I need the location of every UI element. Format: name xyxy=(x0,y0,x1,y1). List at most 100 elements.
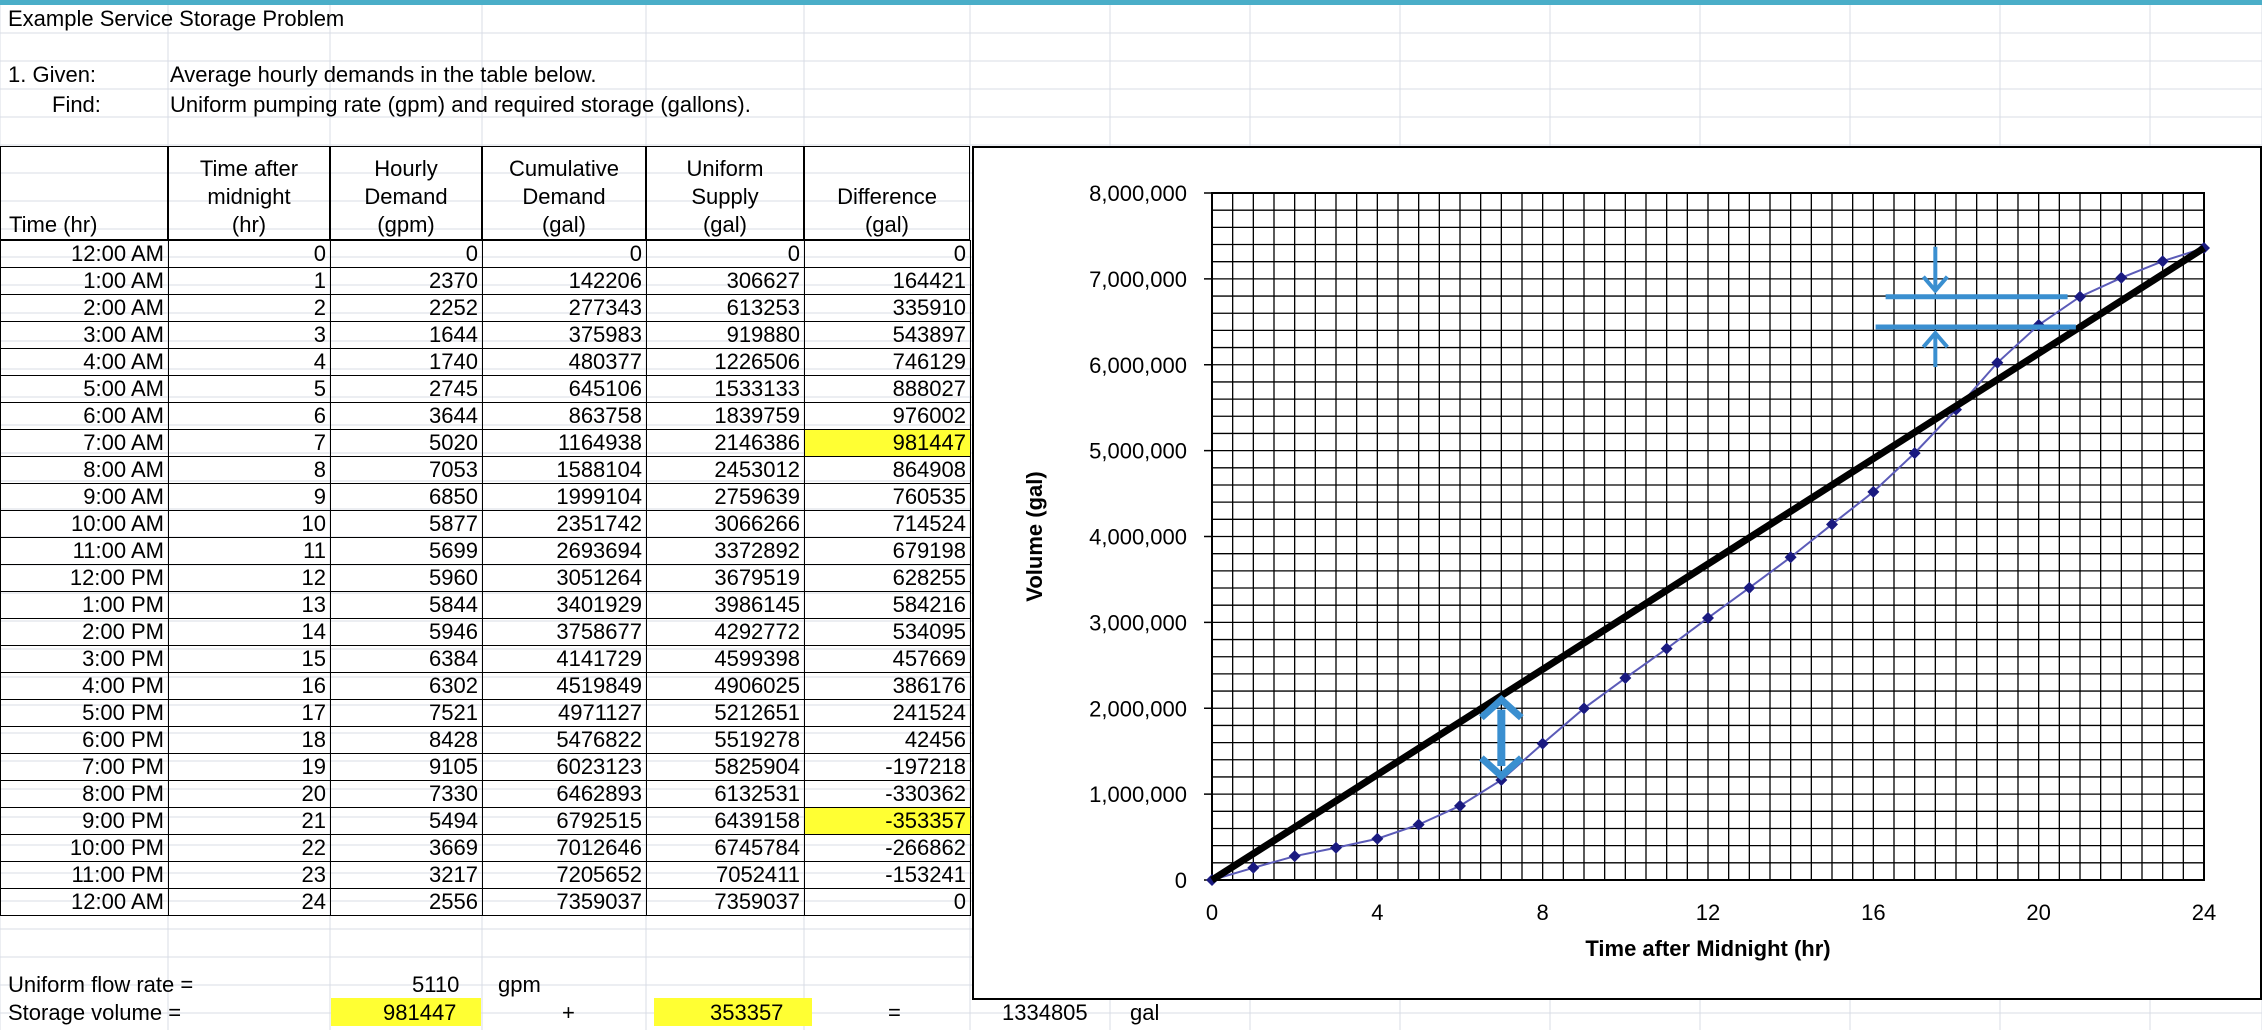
table-cell[interactable]: 1999104 xyxy=(482,483,647,511)
table-cell[interactable]: 8:00 AM xyxy=(0,456,169,484)
table-cell[interactable]: 15 xyxy=(168,645,331,673)
table-cell[interactable]: 4906025 xyxy=(646,672,805,700)
table-cell[interactable]: 9:00 PM xyxy=(0,807,169,835)
table-cell[interactable]: 0 xyxy=(330,240,483,268)
table-cell[interactable]: 6462893 xyxy=(482,780,647,808)
table-cell[interactable]: 679198 xyxy=(804,537,971,565)
table-cell[interactable]: 760535 xyxy=(804,483,971,511)
table-cell[interactable]: 19 xyxy=(168,753,331,781)
table-cell[interactable]: 8:00 PM xyxy=(0,780,169,808)
table-cell[interactable]: 3:00 AM xyxy=(0,321,169,349)
table-cell[interactable]: 0 xyxy=(482,240,647,268)
table-cell[interactable]: -197218 xyxy=(804,753,971,781)
table-cell[interactable]: 5519278 xyxy=(646,726,805,754)
table-cell[interactable]: 3051264 xyxy=(482,564,647,592)
table-cell[interactable]: 5 xyxy=(168,375,331,403)
table-cell[interactable]: 5877 xyxy=(330,510,483,538)
table-cell[interactable]: 1740 xyxy=(330,348,483,376)
table-cell[interactable]: 0 xyxy=(646,240,805,268)
table-cell[interactable]: -266862 xyxy=(804,834,971,862)
column-header[interactable]: Difference (gal) xyxy=(804,146,970,240)
table-cell[interactable]: 6:00 PM xyxy=(0,726,169,754)
table-cell[interactable]: 645106 xyxy=(482,375,647,403)
table-cell[interactable]: 3679519 xyxy=(646,564,805,592)
table-cell[interactable]: 1 xyxy=(168,267,331,295)
table-cell[interactable]: 5476822 xyxy=(482,726,647,754)
table-cell[interactable]: 628255 xyxy=(804,564,971,592)
table-cell[interactable]: 7052411 xyxy=(646,861,805,889)
table-cell[interactable]: 981447 xyxy=(804,429,971,457)
table-cell[interactable]: 18 xyxy=(168,726,331,754)
table-cell[interactable]: 6745784 xyxy=(646,834,805,862)
table-cell[interactable]: 306627 xyxy=(646,267,805,295)
table-cell[interactable]: 16 xyxy=(168,672,331,700)
table-cell[interactable]: 5699 xyxy=(330,537,483,565)
table-cell[interactable]: 7 xyxy=(168,429,331,457)
table-cell[interactable]: 6302 xyxy=(330,672,483,700)
table-cell[interactable]: 3066266 xyxy=(646,510,805,538)
table-cell[interactable]: 4 xyxy=(168,348,331,376)
table-cell[interactable]: 714524 xyxy=(804,510,971,538)
table-cell[interactable]: 335910 xyxy=(804,294,971,322)
table-cell[interactable]: 10:00 AM xyxy=(0,510,169,538)
table-cell[interactable]: 7:00 PM xyxy=(0,753,169,781)
table-cell[interactable]: 42456 xyxy=(804,726,971,754)
table-cell[interactable]: 2745 xyxy=(330,375,483,403)
table-cell[interactable]: 7012646 xyxy=(482,834,647,862)
table-cell[interactable]: -330362 xyxy=(804,780,971,808)
table-cell[interactable]: 375983 xyxy=(482,321,647,349)
table-cell[interactable]: 22 xyxy=(168,834,331,862)
table-cell[interactable]: 1:00 PM xyxy=(0,591,169,619)
table-cell[interactable]: 4:00 PM xyxy=(0,672,169,700)
table-cell[interactable]: 746129 xyxy=(804,348,971,376)
table-cell[interactable]: 4292772 xyxy=(646,618,805,646)
table-cell[interactable]: 277343 xyxy=(482,294,647,322)
table-cell[interactable]: 2370 xyxy=(330,267,483,295)
table-cell[interactable]: 2:00 PM xyxy=(0,618,169,646)
table-cell[interactable]: 5212651 xyxy=(646,699,805,727)
table-cell[interactable]: 13 xyxy=(168,591,331,619)
table-cell[interactable]: 0 xyxy=(804,240,971,268)
table-cell[interactable]: 7205652 xyxy=(482,861,647,889)
table-cell[interactable]: 6:00 AM xyxy=(0,402,169,430)
table-cell[interactable]: 6384 xyxy=(330,645,483,673)
table-cell[interactable]: 4519849 xyxy=(482,672,647,700)
table-cell[interactable]: 1164938 xyxy=(482,429,647,457)
column-header[interactable]: Time after midnight (hr) xyxy=(168,146,330,240)
table-cell[interactable]: 8428 xyxy=(330,726,483,754)
table-cell[interactable]: 5494 xyxy=(330,807,483,835)
table-cell[interactable]: 1226506 xyxy=(646,348,805,376)
table-cell[interactable]: 12:00 PM xyxy=(0,564,169,592)
table-cell[interactable]: 10 xyxy=(168,510,331,538)
table-cell[interactable]: 2351742 xyxy=(482,510,647,538)
table-cell[interactable]: 3758677 xyxy=(482,618,647,646)
table-cell[interactable]: 386176 xyxy=(804,672,971,700)
table-cell[interactable]: 976002 xyxy=(804,402,971,430)
table-cell[interactable]: 2 xyxy=(168,294,331,322)
table-cell[interactable]: 919880 xyxy=(646,321,805,349)
table-cell[interactable]: 12:00 AM xyxy=(0,240,169,268)
table-cell[interactable]: 142206 xyxy=(482,267,647,295)
table-cell[interactable]: 7359037 xyxy=(482,888,647,916)
table-cell[interactable]: 23 xyxy=(168,861,331,889)
table-cell[interactable]: 5946 xyxy=(330,618,483,646)
table-cell[interactable]: 888027 xyxy=(804,375,971,403)
table-cell[interactable]: 4599398 xyxy=(646,645,805,673)
table-cell[interactable]: 7359037 xyxy=(646,888,805,916)
table-cell[interactable]: 2556 xyxy=(330,888,483,916)
table-cell[interactable]: 9105 xyxy=(330,753,483,781)
table-cell[interactable]: 457669 xyxy=(804,645,971,673)
table-cell[interactable]: 3:00 PM xyxy=(0,645,169,673)
table-cell[interactable]: 6850 xyxy=(330,483,483,511)
column-header[interactable]: Time (hr) xyxy=(0,146,168,240)
table-cell[interactable]: 11 xyxy=(168,537,331,565)
table-cell[interactable]: 2252 xyxy=(330,294,483,322)
table-cell[interactable]: 2759639 xyxy=(646,483,805,511)
table-cell[interactable]: 0 xyxy=(168,240,331,268)
table-cell[interactable]: 1:00 AM xyxy=(0,267,169,295)
table-cell[interactable]: 7521 xyxy=(330,699,483,727)
chart-area[interactable]: 0 1,000,000 2,000,000 3,000,000 4,000,000 5,0… xyxy=(972,146,2262,1000)
table-cell[interactable]: 164421 xyxy=(804,267,971,295)
table-cell[interactable]: 584216 xyxy=(804,591,971,619)
column-header[interactable]: Cumulative Demand (gal) xyxy=(482,146,646,240)
